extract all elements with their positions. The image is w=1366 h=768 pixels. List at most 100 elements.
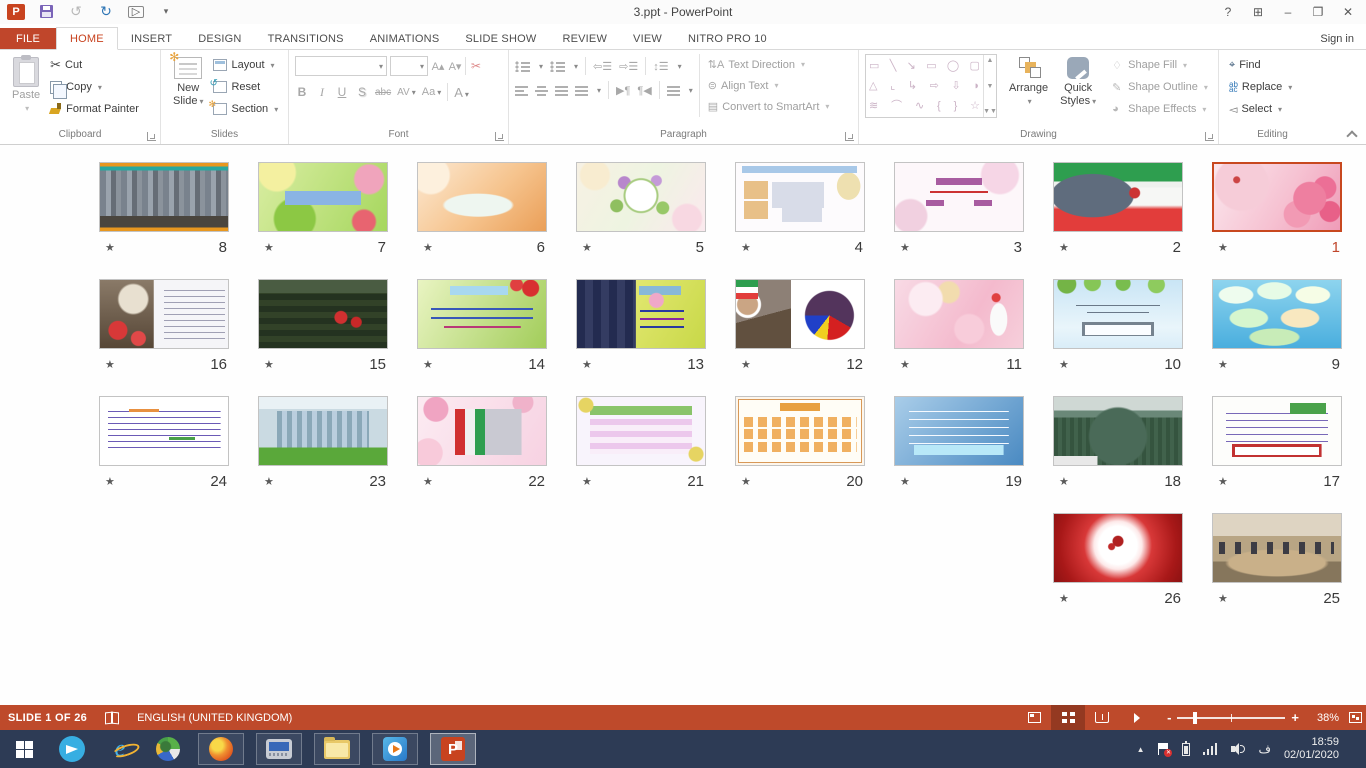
action-center-flag-icon[interactable]: ✕: [1157, 743, 1169, 755]
animation-star-icon[interactable]: ★: [582, 475, 592, 488]
slide-thumbnail-1[interactable]: [1212, 162, 1342, 232]
taskbar-telegram-button[interactable]: [48, 730, 96, 768]
shape-glyph[interactable]: ⇨: [930, 80, 939, 92]
animation-star-icon[interactable]: ★: [741, 241, 751, 254]
animation-star-icon[interactable]: ★: [264, 358, 274, 371]
shape-glyph[interactable]: ⇩: [952, 80, 961, 92]
slide-thumbnail-15[interactable]: [258, 279, 388, 349]
shapes-more-icon[interactable]: ▼▼: [983, 108, 997, 115]
increase-indent-icon[interactable]: ⇨☰︎: [619, 60, 638, 73]
taskbar-clock[interactable]: 18:59 02/01/2020: [1284, 736, 1339, 762]
shape-glyph[interactable]: ≋: [869, 100, 878, 112]
decrease-indent-icon[interactable]: ⇦☰︎: [593, 60, 612, 73]
animation-star-icon[interactable]: ★: [423, 358, 433, 371]
clear-formatting-button[interactable]: ✂︎: [469, 59, 483, 73]
animation-star-icon[interactable]: ★: [264, 475, 274, 488]
shape-glyph[interactable]: ╲: [890, 60, 897, 72]
help-icon[interactable]: ?: [1214, 2, 1242, 22]
slide-thumbnail-25[interactable]: [1212, 513, 1342, 583]
animation-star-icon[interactable]: ★: [1218, 592, 1228, 605]
spell-check-icon[interactable]: [105, 712, 119, 723]
tab-review[interactable]: REVIEW: [549, 28, 620, 49]
taskbar-internet-explorer-button[interactable]: e: [96, 730, 144, 768]
slide-thumbnail-3[interactable]: [894, 162, 1024, 232]
section-button[interactable]: Section▾: [209, 98, 282, 120]
tab-slide-show[interactable]: SLIDE SHOW: [452, 28, 549, 49]
shape-glyph[interactable]: ☆: [970, 100, 980, 112]
character-spacing-button[interactable]: AV▾: [397, 87, 416, 98]
shapes-scroll-up-icon[interactable]: ▲: [987, 57, 994, 64]
language-indicator[interactable]: ENGLISH (UNITED KINGDOM): [137, 712, 292, 724]
slide-thumbnail-7[interactable]: [258, 162, 388, 232]
zoom-slider[interactable]: [1177, 717, 1285, 719]
slide-thumbnail-13[interactable]: [576, 279, 706, 349]
start-button[interactable]: [0, 730, 48, 768]
italic-button[interactable]: I: [315, 85, 329, 100]
volume-icon[interactable]: [1231, 743, 1245, 755]
animation-star-icon[interactable]: ★: [105, 241, 115, 254]
rtl-direction-icon[interactable]: ¶◀: [637, 84, 651, 97]
slide-sorter-view-button[interactable]: [1051, 705, 1085, 730]
tab-home[interactable]: HOME: [56, 27, 118, 50]
shape-glyph[interactable]: ◗: [973, 80, 980, 92]
shape-glyph[interactable]: ↘: [907, 60, 916, 72]
line-spacing-icon[interactable]: ↕☰︎: [653, 60, 668, 73]
zoom-in-button[interactable]: +: [1291, 710, 1299, 725]
taskbar-media-player-button[interactable]: [372, 733, 418, 765]
shape-effects-button[interactable]: ◕ Shape Effects▾: [1108, 98, 1212, 120]
animation-star-icon[interactable]: ★: [1218, 358, 1228, 371]
slide-thumbnail-17[interactable]: [1212, 396, 1342, 466]
collapse-ribbon-icon[interactable]: [1347, 129, 1356, 138]
slide-show-button[interactable]: [1119, 705, 1153, 730]
slide-thumbnail-18[interactable]: [1053, 396, 1183, 466]
shape-outline-button[interactable]: ✎ Shape Outline▾: [1108, 76, 1212, 98]
tab-design[interactable]: DESIGN: [185, 28, 254, 49]
shrink-font-button[interactable]: A▾: [448, 60, 462, 73]
animation-star-icon[interactable]: ★: [741, 358, 751, 371]
network-signal-icon[interactable]: [1203, 743, 1218, 755]
bullets-icon[interactable]: [515, 61, 530, 72]
change-case-button[interactable]: Aa▾: [422, 86, 441, 98]
tab-animations[interactable]: ANIMATIONS: [357, 28, 453, 49]
animation-star-icon[interactable]: ★: [423, 241, 433, 254]
battery-icon[interactable]: [1182, 743, 1190, 756]
ltr-direction-icon[interactable]: ▶¶: [616, 84, 630, 97]
numbering-icon[interactable]: [550, 61, 565, 72]
slide-thumbnail-20[interactable]: [735, 396, 865, 466]
reading-view-button[interactable]: [1085, 705, 1119, 730]
clipboard-dialog-launcher-icon[interactable]: [147, 132, 156, 141]
slide-thumbnail-6[interactable]: [417, 162, 547, 232]
shape-glyph[interactable]: ◯: [947, 60, 959, 72]
select-button[interactable]: ◅ Select▾: [1225, 98, 1296, 120]
taskbar-file-explorer-button[interactable]: [314, 733, 360, 765]
shape-fill-button[interactable]: ♢ Shape Fill▾: [1108, 54, 1212, 76]
zoom-out-button[interactable]: -: [1167, 710, 1171, 725]
strikethrough-button[interactable]: abc: [375, 87, 391, 98]
tray-expand-icon[interactable]: ▲: [1137, 745, 1145, 754]
text-shadow-button[interactable]: S: [355, 85, 369, 99]
zoom-level[interactable]: 38%: [1307, 712, 1339, 724]
shape-glyph[interactable]: ▭: [869, 60, 879, 72]
shape-glyph[interactable]: ⌒: [891, 100, 902, 112]
animation-star-icon[interactable]: ★: [900, 475, 910, 488]
font-size-combo[interactable]: ▾: [390, 56, 428, 76]
shape-glyph[interactable]: ▭: [926, 60, 936, 72]
shape-glyph[interactable]: ∿: [915, 100, 924, 112]
text-direction-button[interactable]: ⇅A Text Direction▾: [704, 54, 834, 75]
slide-thumbnail-11[interactable]: [894, 279, 1024, 349]
zoom-slider-thumb[interactable]: [1193, 712, 1197, 724]
cut-button[interactable]: ✂ Cut: [46, 54, 143, 76]
animation-star-icon[interactable]: ★: [582, 241, 592, 254]
align-right-icon[interactable]: [555, 85, 568, 96]
align-center-icon[interactable]: [535, 85, 548, 96]
format-painter-button[interactable]: Format Painter: [46, 98, 143, 120]
slide-thumbnail-8[interactable]: [99, 162, 229, 232]
bold-button[interactable]: B: [295, 85, 309, 99]
animation-star-icon[interactable]: ★: [264, 241, 274, 254]
shape-glyph[interactable]: △: [869, 80, 877, 92]
align-left-icon[interactable]: [515, 85, 528, 96]
slide-thumbnail-5[interactable]: [576, 162, 706, 232]
tab-insert[interactable]: INSERT: [118, 28, 185, 49]
slide-thumbnail-14[interactable]: [417, 279, 547, 349]
minimize-icon[interactable]: –: [1274, 2, 1302, 22]
